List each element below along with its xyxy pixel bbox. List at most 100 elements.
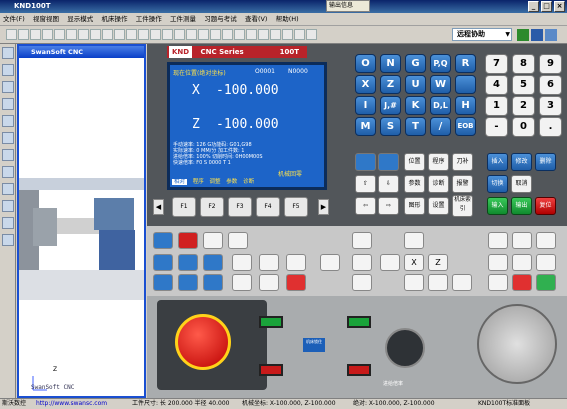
feed-override-button[interactable]	[259, 254, 279, 271]
menu-machine[interactable]: 机床操作	[99, 13, 131, 26]
tool-9-icon[interactable]	[2, 183, 14, 195]
power-on-button[interactable]	[259, 316, 283, 328]
menu-help[interactable]: 帮助(H)	[273, 13, 302, 26]
spindle-jog-button[interactable]	[488, 232, 508, 249]
stop-icon[interactable]	[531, 29, 543, 41]
menu-view[interactable]: 视窗视图	[30, 13, 62, 26]
menu-measure[interactable]: 工件测量	[167, 13, 199, 26]
new-icon[interactable]	[6, 29, 18, 40]
key-0[interactable]: 0	[512, 117, 535, 137]
softkey-f4[interactable]: F4	[256, 197, 280, 217]
menu-file[interactable]: 文件(F)	[0, 13, 28, 26]
tool-7-icon[interactable]	[2, 149, 14, 161]
tool-1-icon[interactable]	[2, 47, 14, 59]
tool-2-icon[interactable]	[2, 64, 14, 76]
dry-run-button[interactable]	[203, 274, 223, 291]
minimize-button[interactable]: _	[528, 1, 539, 12]
spindle-ccw-button[interactable]	[352, 274, 372, 291]
key-2[interactable]: 2	[512, 96, 535, 116]
softkey-next-arrow[interactable]: ▶	[318, 199, 329, 215]
key-j[interactable]: J,#	[380, 96, 401, 115]
cursor-right-icon[interactable]: ⇨	[378, 197, 399, 215]
menu-exam[interactable]: 习题与考试	[201, 13, 240, 26]
key-o[interactable]: O	[355, 54, 376, 73]
key-x[interactable]: X	[355, 75, 376, 94]
rapid-button[interactable]	[512, 254, 532, 271]
front-view-icon[interactable]	[186, 29, 198, 40]
status-url[interactable]: http://www.swansc.com	[36, 399, 107, 409]
camera-icon[interactable]	[282, 29, 294, 40]
close-button[interactable]: ×	[554, 1, 565, 12]
workpiece-icon[interactable]	[114, 29, 126, 40]
save-icon[interactable]	[30, 29, 42, 40]
graph-button[interactable]: 图形	[404, 197, 425, 215]
cancel-button[interactable]: 取消	[511, 175, 532, 193]
key-minus[interactable]: -	[485, 117, 508, 137]
layout-icon[interactable]	[66, 29, 78, 40]
tool-6-icon[interactable]	[2, 132, 14, 144]
rotate-icon[interactable]	[162, 29, 174, 40]
key-w[interactable]: W	[430, 75, 451, 94]
output-info-tab[interactable]: 输出信息	[326, 0, 370, 12]
path-icon[interactable]	[258, 29, 270, 40]
emergency-stop-button[interactable]	[175, 314, 231, 370]
setting-button[interactable]: 设置	[428, 197, 449, 215]
delete-button[interactable]: 删除	[535, 153, 556, 171]
cycle-start-button[interactable]	[404, 232, 424, 249]
cover-icon[interactable]	[222, 29, 234, 40]
start-button[interactable]	[536, 274, 556, 291]
cut-icon[interactable]	[54, 29, 66, 40]
softkey-f2[interactable]: F2	[200, 197, 224, 217]
step-01-button[interactable]	[428, 274, 448, 291]
step-1-button[interactable]	[452, 274, 472, 291]
tool-icon[interactable]	[102, 29, 114, 40]
play-icon[interactable]	[517, 29, 529, 41]
menu-workpiece[interactable]: 工件操作	[133, 13, 165, 26]
key-h[interactable]: H	[455, 96, 476, 115]
key-8[interactable]: 8	[512, 54, 535, 74]
ref-return-button[interactable]	[228, 232, 248, 249]
z-minus-button[interactable]	[380, 254, 400, 271]
x-plus-button[interactable]	[352, 232, 372, 249]
diag-button[interactable]: 诊断	[428, 175, 449, 193]
tool-8-icon[interactable]	[2, 166, 14, 178]
tool-offset-button[interactable]: 刀补	[452, 153, 473, 171]
skip-button[interactable]	[178, 254, 198, 271]
x-minus-button[interactable]	[320, 254, 340, 271]
key-5[interactable]: 5	[512, 75, 535, 95]
insert-button[interactable]: 插入	[487, 153, 508, 171]
spindle-stop-button[interactable]	[512, 232, 532, 249]
rapid-override-button[interactable]	[232, 254, 252, 271]
tool-12-icon[interactable]	[2, 234, 14, 246]
sound-icon[interactable]	[270, 29, 282, 40]
softkey-prev-arrow[interactable]: ◀	[153, 199, 164, 215]
page-up-icon[interactable]	[355, 153, 376, 171]
auto-mode-button[interactable]	[178, 232, 198, 249]
softkey-f5[interactable]: F5	[284, 197, 308, 217]
zoom-icon[interactable]	[150, 29, 162, 40]
program-protect-button[interactable]	[347, 316, 371, 328]
single-block-button[interactable]	[153, 254, 173, 271]
side-view-icon[interactable]	[198, 29, 210, 40]
page-down-icon[interactable]	[378, 153, 399, 171]
x-axis-button[interactable]: X	[404, 254, 424, 271]
pos-button[interactable]: 位置	[404, 153, 425, 171]
key-slash[interactable]: /	[430, 117, 451, 136]
step-001-button[interactable]	[404, 274, 424, 291]
tool-change-button[interactable]	[286, 274, 306, 291]
key-m[interactable]: M	[355, 117, 376, 136]
input-button[interactable]: 输入	[487, 197, 508, 215]
alarm-button[interactable]: 报警	[452, 175, 473, 193]
key-9[interactable]: 9	[539, 54, 562, 74]
coolant-button[interactable]	[232, 274, 252, 291]
program-unlock-button[interactable]	[347, 364, 371, 376]
handwheel-button[interactable]	[178, 274, 198, 291]
key-k[interactable]: K	[405, 96, 426, 115]
key-r[interactable]: R	[455, 54, 476, 73]
key-7[interactable]: 7	[485, 54, 508, 74]
manual-button[interactable]	[153, 274, 173, 291]
shift-button[interactable]: 切换	[487, 175, 508, 193]
key-i[interactable]: I	[355, 96, 376, 115]
light-icon[interactable]	[234, 29, 246, 40]
key-dl[interactable]: D,L	[430, 96, 451, 115]
